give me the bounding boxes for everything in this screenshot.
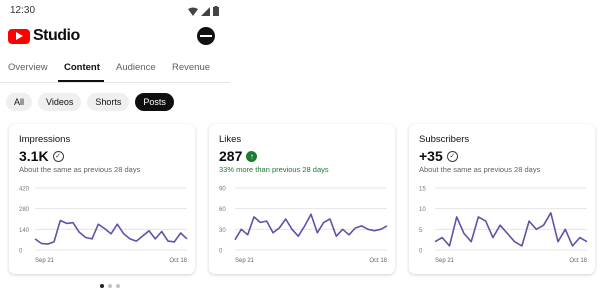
youtube-logo-icon xyxy=(8,28,30,44)
filter-chips: All Videos Shorts Posts xyxy=(6,93,174,111)
x-tick-label: Sep 21 xyxy=(35,258,55,264)
status-icons xyxy=(188,6,219,16)
y-tick-label: 90 xyxy=(219,187,226,193)
tab-bar: Overview Content Audience Revenue xyxy=(0,58,230,83)
card-subtitle: About the same as previous 28 days xyxy=(19,165,141,174)
card-title: Impressions xyxy=(19,134,71,145)
series-line xyxy=(34,219,188,245)
tab-overview[interactable]: Overview xyxy=(8,62,48,73)
y-tick-label: 5 xyxy=(419,228,423,234)
subscribers-card[interactable]: Subscribers +35 ✓ About the same as previ… xyxy=(409,124,595,274)
x-tick-label: Oct 18 xyxy=(369,258,387,264)
app-name: Studio xyxy=(33,27,80,44)
youtube-studio-logo: Studio xyxy=(8,27,80,45)
x-tick-label: Sep 21 xyxy=(435,258,455,264)
check-circle-icon: ✓ xyxy=(52,150,64,162)
battery-icon xyxy=(213,6,219,16)
chip-videos[interactable]: Videos xyxy=(38,93,82,111)
tab-content[interactable]: Content xyxy=(64,62,100,73)
y-tick-label: 0 xyxy=(19,249,23,255)
y-tick-label: 30 xyxy=(219,228,226,234)
status-bar: 12:30 xyxy=(0,0,230,22)
chip-shorts[interactable]: Shorts xyxy=(87,93,130,111)
wifi-icon xyxy=(188,7,198,16)
series-line xyxy=(234,213,388,241)
x-tick-label: Oct 18 xyxy=(569,258,587,264)
y-tick-label: 60 xyxy=(219,207,226,213)
likes-card[interactable]: Likes 287 ↑ 33% more than previous 28 day… xyxy=(209,124,395,274)
card-value: 287 ↑ xyxy=(219,148,258,164)
y-tick-label: 280 xyxy=(19,207,30,213)
y-tick-label: 140 xyxy=(19,228,30,234)
account-avatar[interactable] xyxy=(197,27,215,45)
chip-posts[interactable]: Posts xyxy=(135,93,174,111)
active-tab-indicator xyxy=(58,80,104,82)
card-subtitle: 33% more than previous 28 days xyxy=(219,165,329,174)
chip-all[interactable]: All xyxy=(6,93,33,111)
status-time: 12:30 xyxy=(10,5,36,16)
subscribers-chart: 15 10 5 0 Sep 21 Oct 18 xyxy=(419,187,588,265)
x-tick-label: Sep 21 xyxy=(235,258,255,264)
carousel-pager xyxy=(100,284,120,288)
card-value: +35 ✓ xyxy=(419,148,458,164)
y-tick-label: 420 xyxy=(19,187,30,193)
card-value: 3.1K ✓ xyxy=(19,148,64,164)
card-title: Likes xyxy=(219,134,242,145)
y-tick-label: 0 xyxy=(219,249,223,255)
signal-icon xyxy=(201,6,210,16)
app-bar: Studio xyxy=(0,22,230,52)
tab-revenue[interactable]: Revenue xyxy=(172,62,210,73)
impressions-card[interactable]: Impressions 3.1K ✓ About the same as prev… xyxy=(9,124,195,274)
pager-dot[interactable] xyxy=(116,284,120,288)
x-tick-label: Oct 18 xyxy=(169,258,187,264)
y-tick-label: 15 xyxy=(419,187,426,193)
pager-dot[interactable] xyxy=(100,284,104,288)
y-tick-label: 10 xyxy=(419,207,426,213)
arrow-up-icon: ↑ xyxy=(246,150,258,162)
likes-chart: 90 60 30 0 Sep 21 Oct 18 xyxy=(219,187,388,265)
check-circle-icon: ✓ xyxy=(446,150,458,162)
y-tick-label: 0 xyxy=(419,249,423,255)
card-title: Subscribers xyxy=(419,134,470,145)
pager-dot[interactable] xyxy=(108,284,112,288)
impressions-chart: 420 280 140 0 Sep 21 Oct 18 xyxy=(19,187,188,265)
card-subtitle: About the same as previous 28 days xyxy=(419,165,541,174)
tab-audience[interactable]: Audience xyxy=(116,62,156,73)
